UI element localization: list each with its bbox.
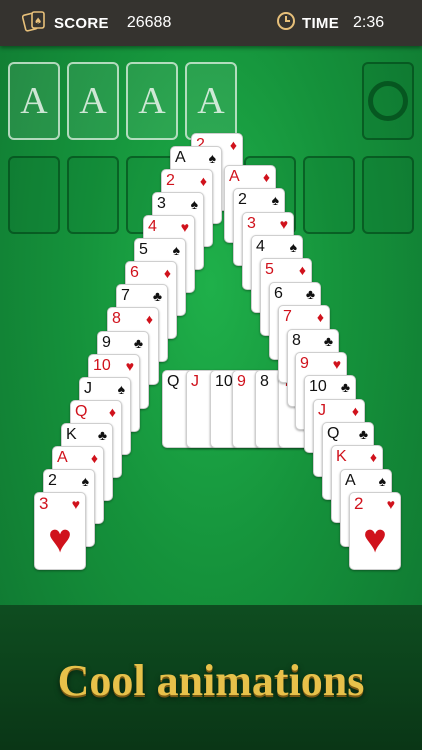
card-rank: 7 (283, 308, 292, 325)
card-rank: 6 (130, 264, 139, 281)
card-suit-icon: ♦ (262, 169, 270, 185)
card-rank: J (191, 373, 199, 390)
card-rank: A (57, 449, 68, 466)
card-suit-icon: ♠ (289, 239, 297, 255)
time-value: 2:36 (353, 14, 385, 31)
card-suit-icon: ♥ (71, 496, 80, 512)
svg-text:♠: ♠ (34, 17, 42, 27)
card-rank: 7 (121, 287, 130, 304)
card-center-suit-icon: ♥ (363, 517, 387, 561)
score-value: 26688 (126, 14, 172, 31)
clock-icon (276, 11, 296, 36)
card-rank: 3 (157, 195, 166, 212)
cards-icon: ♠ (21, 10, 48, 37)
card-suit-icon: ♦ (298, 262, 306, 278)
card-rank: Q (327, 425, 340, 442)
card-rank: 2 (354, 494, 364, 513)
card-rank: 9 (237, 373, 246, 390)
card-suit-icon: ♠ (81, 473, 89, 489)
top-bar: ♠ SCORE 26688 TIME 2:36 (0, 0, 422, 46)
card-suit-icon: ♦ (316, 309, 324, 325)
card-rank: A (229, 168, 240, 185)
card-suit-icon: ♣ (305, 286, 315, 302)
card-suit-icon: ♣ (323, 333, 333, 349)
card-rank: K (336, 448, 347, 465)
card-rank: 2 (166, 172, 175, 189)
card-suit-icon: ♥ (180, 219, 189, 235)
card-rank: 6 (274, 285, 283, 302)
card-suit-icon: ♥ (386, 496, 395, 512)
card-rank: 4 (148, 218, 157, 235)
card-suit-icon: ♠ (190, 196, 198, 212)
tagline: Cool animations (57, 656, 365, 705)
card-rank: 8 (292, 332, 301, 349)
left-leg-card[interactable]: 3 ♥ ♥ (34, 492, 86, 570)
card-rank: 9 (300, 355, 309, 372)
tableau-slot-6[interactable] (303, 156, 355, 234)
card-rank: 10 (309, 378, 327, 395)
card-rank: 3 (247, 215, 256, 232)
foundation-slot-3[interactable]: A (126, 62, 178, 140)
card-suit-icon: ♥ (279, 216, 288, 232)
card-suit-icon: ♦ (145, 311, 153, 327)
foundation-slot-2[interactable]: A (67, 62, 119, 140)
right-leg-card[interactable]: 2 ♥ ♥ (349, 492, 401, 570)
card-rank: A (175, 149, 186, 166)
card-suit-icon: ♦ (163, 265, 171, 281)
foundation-slot-4[interactable]: A (185, 62, 237, 140)
card-rank: 8 (112, 310, 121, 327)
card-suit-icon: ♦ (90, 450, 98, 466)
tableau-slot-1[interactable] (8, 156, 60, 234)
card-rank: 10 (215, 373, 233, 390)
card-center-suit-icon: ♥ (48, 517, 72, 561)
card-rank: 5 (139, 241, 148, 258)
card-suit-icon: ♠ (378, 473, 386, 489)
card-suit-icon: ♠ (117, 381, 125, 397)
card-rank: 8 (260, 373, 269, 390)
card-rank: 2 (48, 472, 57, 489)
card-suit-icon: ♣ (152, 288, 162, 304)
card-suit-icon: ♣ (97, 427, 107, 443)
card-suit-icon: ♥ (125, 358, 134, 374)
card-suit-icon: ♠ (271, 192, 279, 208)
card-suit-icon: ♠ (172, 242, 180, 258)
stock-pile[interactable] (362, 62, 414, 140)
card-suit-icon: ♦ (369, 449, 377, 465)
card-suit-icon: ♦ (199, 173, 207, 189)
card-rank: 4 (256, 238, 265, 255)
score-group: ♠ SCORE 26688 (21, 0, 172, 46)
foundation-slot-1[interactable]: A (8, 62, 60, 140)
card-suit-icon: ♣ (340, 379, 350, 395)
card-rank: 2 (238, 191, 247, 208)
recycle-ring-icon (368, 81, 408, 121)
card-suit-icon: ♣ (133, 335, 143, 351)
card-rank: J (84, 380, 92, 397)
card-suit-icon: ♦ (351, 403, 359, 419)
card-rank: J (318, 402, 326, 419)
card-suit-icon: ♦ (229, 137, 237, 153)
card-suit-icon: ♥ (332, 356, 341, 372)
card-rank: A (345, 472, 356, 489)
card-suit-icon: ♠ (208, 150, 216, 166)
card-rank: Q (75, 403, 88, 420)
card-rank: 3 (39, 494, 49, 513)
card-suit-icon: ♦ (108, 404, 116, 420)
card-rank: 10 (93, 357, 111, 374)
card-rank: 9 (102, 334, 111, 351)
card-suit-icon: ♣ (358, 426, 368, 442)
tableau-slot-2[interactable] (67, 156, 119, 234)
card-rank: Q (167, 373, 180, 390)
tableau-slot-7[interactable] (362, 156, 414, 234)
score-label: SCORE (54, 14, 109, 32)
card-rank: K (66, 426, 77, 443)
time-group: TIME 2:36 (276, 0, 384, 46)
card-rank: 5 (265, 261, 274, 278)
time-label: TIME (302, 14, 340, 32)
